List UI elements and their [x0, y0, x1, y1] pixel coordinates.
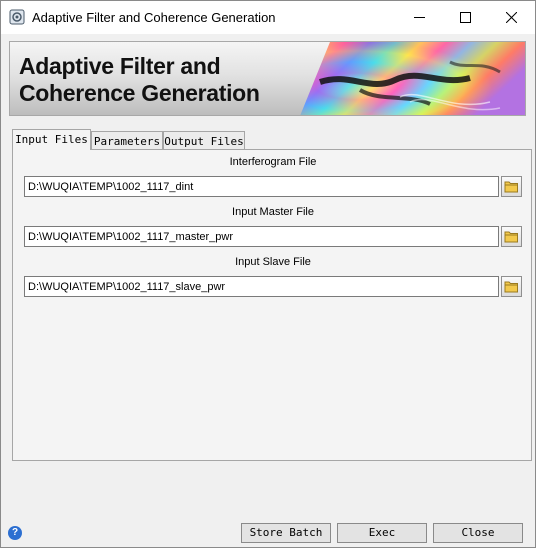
slave-file-input[interactable] [24, 276, 499, 297]
slave-browse-button[interactable] [501, 276, 522, 297]
store-batch-button[interactable]: Store Batch [241, 523, 331, 543]
header-banner: Adaptive Filter and Coherence Generation [9, 41, 526, 116]
banner-title-line2: Coherence Generation [19, 80, 260, 106]
input-files-panel: Interferogram File Input Master File Inp… [12, 149, 532, 461]
minimize-icon [414, 17, 425, 18]
tab-parameters[interactable]: Parameters [91, 131, 163, 150]
banner-title-line1: Adaptive Filter and [19, 53, 221, 79]
interferogram-file-label: Interferogram File [229, 156, 317, 168]
master-file-input[interactable] [24, 226, 499, 247]
interferogram-file-input[interactable] [24, 176, 499, 197]
slave-file-label: Input Slave File [235, 256, 311, 268]
maximize-button[interactable] [443, 1, 489, 34]
exec-button[interactable]: Exec [337, 523, 427, 543]
interferogram-browse-button[interactable] [501, 176, 522, 197]
interferogram-image [300, 42, 525, 115]
title-bar[interactable]: Adaptive Filter and Coherence Generation [1, 1, 535, 34]
master-file-label: Input Master File [232, 206, 314, 218]
close-button[interactable]: Close [433, 523, 523, 543]
master-browse-button[interactable] [501, 226, 522, 247]
minimize-button[interactable] [397, 1, 443, 34]
maximize-icon [460, 12, 471, 23]
window-title: Adaptive Filter and Coherence Generation [32, 10, 276, 25]
folder-icon [504, 181, 518, 193]
window-close-button[interactable] [489, 1, 535, 34]
close-icon [506, 12, 517, 23]
tab-input-files[interactable]: Input Files [12, 129, 91, 150]
folder-icon [504, 231, 518, 243]
app-icon [9, 9, 25, 25]
app-window: Adaptive Filter and Coherence Generation… [0, 0, 536, 548]
tab-output-files[interactable]: Output Files [163, 131, 245, 150]
help-icon[interactable]: ? [8, 526, 22, 540]
folder-icon [504, 281, 518, 293]
